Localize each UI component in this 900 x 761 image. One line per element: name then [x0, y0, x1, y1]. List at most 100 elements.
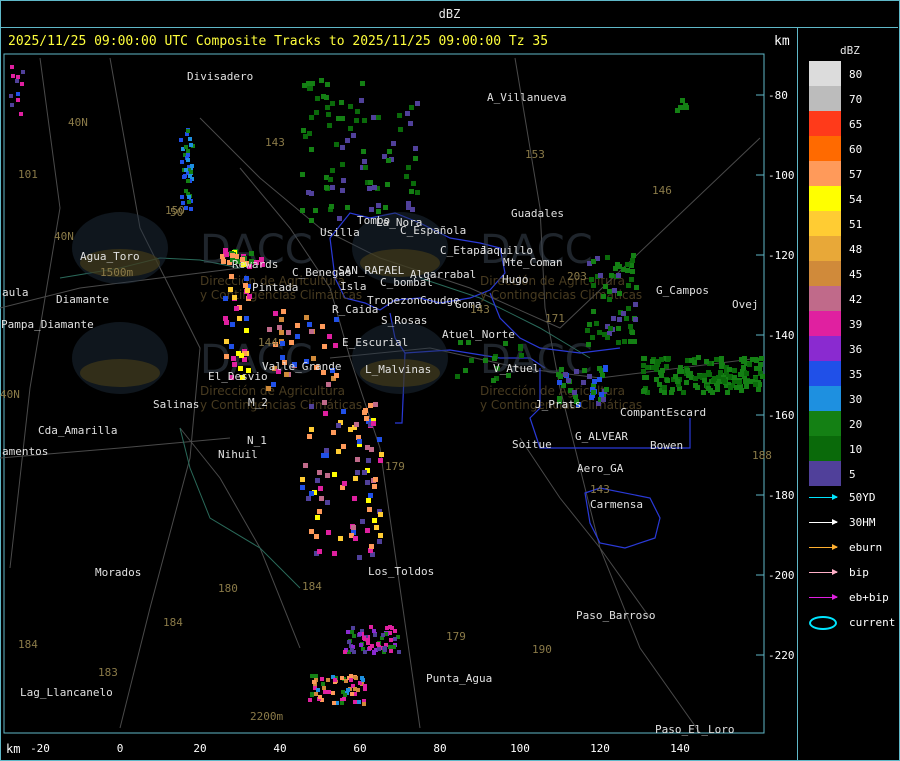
track-label: eburn: [849, 541, 883, 554]
place-label: Bowen: [650, 439, 683, 452]
place-label: R_Caida: [332, 303, 378, 316]
place-label: Lag_Llancanelo: [20, 686, 113, 699]
place-label: Ovej: [732, 298, 759, 311]
legend-value: 60: [849, 143, 863, 156]
legend-swatch-80: [809, 61, 841, 86]
place-label: Rewards: [232, 258, 278, 271]
legend-value: 30: [849, 393, 863, 406]
y-tick-label: -100: [768, 169, 795, 182]
y-tick-label: -80: [768, 89, 788, 102]
track-legend-50YD: 50YD: [809, 488, 897, 508]
map-annotation: 2200m: [250, 710, 283, 723]
road-number: 144: [258, 336, 278, 349]
x-tick-label: 120: [590, 742, 610, 755]
track-legend-eburn: eburn: [809, 538, 897, 558]
y-tick-label: -200: [768, 569, 795, 582]
legend-swatch-65: [809, 111, 841, 136]
x-tick-label: 140: [670, 742, 690, 755]
legend-swatch-70: [809, 86, 841, 111]
place-label: C_bombal: [380, 276, 433, 289]
road-number: 184: [18, 638, 38, 651]
x-tick-label: 100: [510, 742, 530, 755]
y-tick-label: -160: [768, 409, 795, 422]
legend-swatch-42: [809, 286, 841, 311]
legend-swatch-36: [809, 336, 841, 361]
place-label: Goudge: [420, 294, 460, 307]
track-label: 30HM: [849, 516, 876, 529]
place-label: CompantEscard: [620, 406, 706, 419]
place-label: Salinas: [153, 398, 199, 411]
place-labels: DivisaderoA_VillanuevaGuadalesLa_NoraC_E…: [0, 70, 772, 736]
legend-value: 35: [849, 368, 863, 381]
place-label: Tombo: [357, 214, 390, 227]
current-legend: current: [809, 613, 897, 633]
legend-title: dBZ: [840, 44, 860, 57]
legend-divider: [797, 28, 798, 760]
legend-value: 65: [849, 118, 863, 131]
road-number: 188: [752, 449, 772, 462]
road-number: 184: [163, 616, 183, 629]
road-number: 190: [532, 643, 552, 656]
legend-value: 51: [849, 218, 863, 231]
legend-value: 48: [849, 243, 863, 256]
y-tick-label: -220: [768, 649, 795, 662]
place-label: Mte_Coman: [503, 256, 563, 269]
legend-value: 42: [849, 293, 863, 306]
arrow-icon: [809, 494, 838, 500]
place-label: Atuel_Norte: [442, 328, 515, 341]
place-label: amentos: [2, 445, 48, 458]
unit-label-top: km: [774, 34, 790, 49]
road-number: 171: [545, 312, 565, 325]
road-number: 146: [652, 184, 672, 197]
map-annotation: 40N: [68, 116, 88, 129]
place-label: N_1: [247, 434, 267, 447]
place-label: Los_Toldos: [368, 565, 434, 578]
road-number: 179: [446, 630, 466, 643]
place-label: El_Desvio: [208, 370, 268, 383]
place-label: Punta_Agua: [426, 672, 492, 685]
place-label: Isla: [340, 280, 367, 293]
x-tick-label: 40: [273, 742, 287, 755]
place-label: Paso_El_Loro: [655, 723, 734, 736]
arrow-icon: [809, 544, 838, 550]
legend-value: 70: [849, 93, 863, 106]
place-label: S_Rosas: [381, 314, 427, 327]
place-label: J_Prats: [535, 398, 581, 411]
place-label: V_Atuel: [493, 362, 539, 375]
arrow-icon: [809, 594, 838, 600]
road-number: 180: [218, 582, 238, 595]
place-label: Pintada: [252, 281, 298, 294]
map-annotation: 50: [170, 206, 183, 219]
legend-swatch-45: [809, 261, 841, 286]
place-label: E_Escurial: [342, 336, 408, 349]
arrow-icon: [809, 569, 838, 575]
place-label: Nihuil: [218, 448, 258, 461]
road-number: 143: [590, 483, 610, 496]
place-label: Morados: [95, 566, 141, 579]
legend-value: 54: [849, 193, 863, 206]
track-label: eb+bip: [849, 591, 889, 604]
place-label: G_ALVEAR: [575, 430, 628, 443]
legend-swatch-30: [809, 386, 841, 411]
road-number: 179: [385, 460, 405, 473]
unit-label-bottom: km: [6, 742, 21, 756]
y-tick-label: -140: [768, 329, 795, 342]
place-label: L_Malvinas: [365, 363, 431, 376]
legend-swatch-48: [809, 236, 841, 261]
radar-map[interactable]: DACCDirección de Agriculturay Contingenc…: [0, 28, 797, 761]
track-label: bip: [849, 566, 869, 579]
legend-swatch-35: [809, 361, 841, 386]
x-tick-label: 0: [116, 742, 124, 755]
x-tick-label: 80: [433, 742, 447, 755]
place-label: Pampa_Diamante: [1, 318, 94, 331]
legend-swatch-57: [809, 161, 841, 186]
place-label: Soitue: [512, 438, 552, 451]
place-label: C_Benegas: [292, 266, 352, 279]
legend-swatch-60: [809, 136, 841, 161]
arrow-icon: [809, 519, 838, 525]
road-number: 143: [470, 303, 490, 316]
svg-text:y Contingencias Climáticas: y Contingencias Climáticas: [200, 398, 362, 412]
composite-header: 2025/11/25 09:00:00 UTC Composite Tracks…: [8, 34, 549, 49]
title-bar: dBZ: [1, 1, 898, 28]
place-label: M_2: [248, 396, 268, 409]
